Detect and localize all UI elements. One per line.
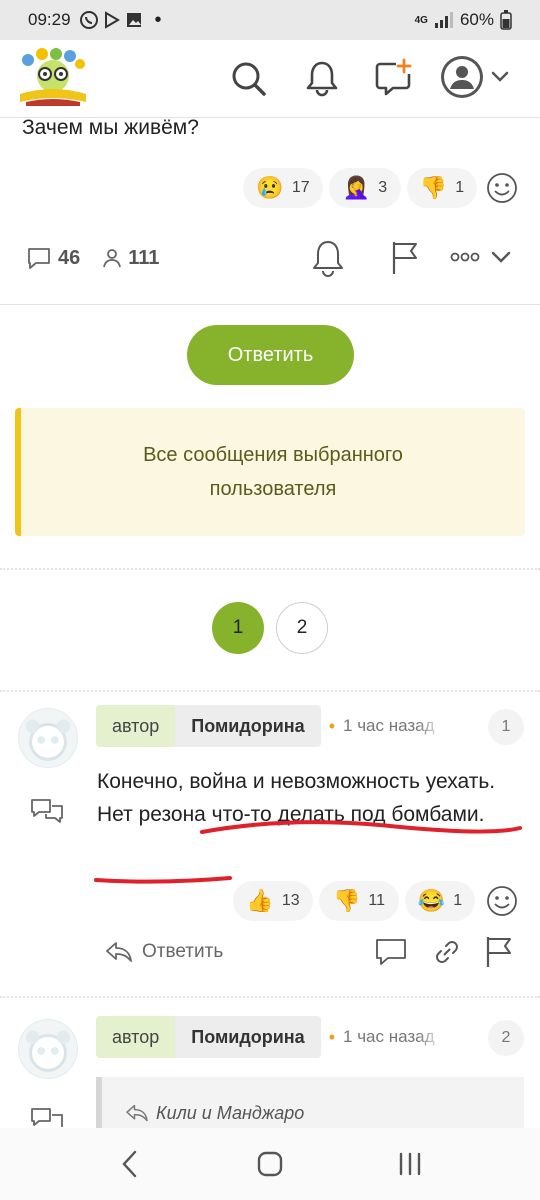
chevron-down-icon — [491, 71, 509, 82]
avatar-icon — [441, 56, 483, 98]
comment-time[interactable]: 1 час назад — [343, 1027, 443, 1047]
reaction-chip[interactable]: 😂 1 — [405, 881, 475, 921]
post-reactions: 😢 17 🤦‍♀️ 3 👎 1 — [243, 168, 477, 208]
page-button-2[interactable]: 2 — [276, 602, 328, 654]
reaction-count: 17 — [291, 179, 310, 196]
back-button[interactable] — [110, 1144, 150, 1184]
comments-count[interactable]: 46 — [26, 246, 80, 270]
reaction-count: 13 — [281, 892, 300, 909]
reply-button[interactable]: Ответить — [187, 325, 354, 385]
reaction-count: 1 — [453, 892, 463, 909]
divider — [0, 304, 540, 305]
page-button-1[interactable]: 1 — [212, 602, 264, 654]
site-logo[interactable] — [16, 48, 90, 108]
comment-avatar — [18, 708, 78, 768]
separator-dot: • — [328, 715, 336, 736]
divider — [0, 690, 540, 692]
reaction-emoji: 👎 — [419, 175, 448, 200]
status-notification-icons: • — [79, 9, 162, 32]
quote-author[interactable]: Кили и Манджаро — [156, 1103, 304, 1128]
link-icon[interactable] — [432, 937, 462, 967]
reaction-emoji: 👍 — [246, 888, 274, 913]
add-reaction-icon[interactable] — [486, 172, 518, 204]
network-label: 4G — [414, 14, 428, 26]
new-topic-icon[interactable] — [374, 58, 414, 98]
comment-reply-button[interactable]: Ответить — [104, 940, 223, 964]
home-button[interactable] — [250, 1144, 290, 1184]
reaction-chip[interactable]: 👎 1 — [407, 168, 477, 208]
play-store-icon — [104, 11, 120, 29]
comment-reactions: 👍 13 👎 11 😂 1 — [233, 881, 475, 921]
comment-author-name[interactable]: Помидорина — [175, 1016, 321, 1058]
signal-icon — [434, 12, 453, 28]
author-badge: автор — [96, 705, 176, 747]
user-icon — [103, 249, 122, 268]
comments-count-value: 46 — [58, 246, 81, 269]
recents-button[interactable] — [390, 1144, 430, 1184]
reaction-emoji: 👎 — [333, 888, 361, 913]
handwritten-underline-annotation — [94, 820, 522, 884]
comment-actions: Ответить — [104, 932, 524, 972]
reaction-chip[interactable]: 🤦‍♀️ 3 — [329, 168, 401, 208]
reply-arrow-icon — [126, 1104, 148, 1122]
expand-chevron-icon[interactable] — [490, 250, 512, 264]
status-bar: 09:29 • 4G 60% — [0, 0, 540, 40]
battery-icon — [500, 10, 512, 30]
quoted-message: Кили и Манджаро — [96, 1077, 524, 1128]
comment-number[interactable]: 1 — [488, 709, 524, 745]
reaction-count: 11 — [368, 892, 386, 909]
selected-user-notice: Все сообщения выбранного пользователя — [15, 408, 525, 536]
replies-icon[interactable] — [30, 1106, 64, 1128]
users-count-value: 111 — [128, 246, 160, 269]
comment-icon — [28, 248, 50, 269]
author-badge: автор — [96, 1016, 176, 1058]
whatsapp-icon — [79, 11, 98, 29]
search-icon[interactable] — [228, 58, 268, 98]
battery-label: 60% — [459, 10, 494, 29]
comment-header: автор Помидорина • 1 час назад — [96, 705, 443, 747]
reply-arrow-icon — [106, 942, 132, 962]
profile-menu-button[interactable] — [440, 54, 520, 100]
add-reaction-icon[interactable] — [486, 885, 518, 917]
separator-dot: • — [328, 1026, 336, 1047]
users-count[interactable]: 111 — [102, 247, 159, 270]
system-nav-bar — [0, 1128, 540, 1200]
post-title: Зачем мы живём? — [22, 116, 199, 139]
comment-reply-label: Ответить — [142, 941, 224, 962]
gallery-icon — [126, 13, 141, 27]
subscribe-bell-icon[interactable] — [310, 238, 346, 278]
more-options-icon[interactable] — [450, 250, 480, 264]
comment-number[interactable]: 2 — [488, 1020, 524, 1056]
divider — [0, 996, 540, 998]
home-icon — [257, 1151, 283, 1177]
reaction-chip[interactable]: 👎 11 — [319, 881, 399, 921]
divider — [0, 568, 540, 570]
reaction-chip[interactable]: 😢 17 — [243, 168, 323, 208]
comment-author-name[interactable]: Помидорина — [175, 705, 321, 747]
reaction-count: 1 — [455, 179, 465, 196]
app-header — [0, 40, 540, 118]
status-right: 4G 60% — [415, 10, 512, 30]
report-flag-icon[interactable] — [390, 240, 420, 276]
quote-icon[interactable] — [374, 937, 408, 967]
reaction-chip[interactable]: 👍 13 — [233, 881, 313, 921]
back-chevron-icon — [122, 1150, 137, 1178]
replies-icon[interactable] — [30, 797, 64, 827]
bell-icon[interactable] — [302, 58, 342, 98]
comment-header: автор Помидорина • 1 час назад — [96, 1016, 443, 1058]
status-time: 09:29 — [28, 10, 71, 29]
comment-avatar — [18, 1019, 78, 1079]
recents-icon — [399, 1152, 421, 1176]
reaction-count: 3 — [378, 179, 388, 196]
reaction-emoji: 😢 — [256, 175, 284, 200]
reaction-emoji: 😂 — [417, 888, 446, 913]
reaction-emoji: 🤦‍♀️ — [342, 175, 371, 200]
report-flag-icon[interactable] — [484, 935, 514, 969]
dot-icon: • — [154, 8, 162, 31]
comment-time[interactable]: 1 час назад — [343, 716, 443, 736]
post-meta-bar: 46 111 — [26, 238, 526, 278]
